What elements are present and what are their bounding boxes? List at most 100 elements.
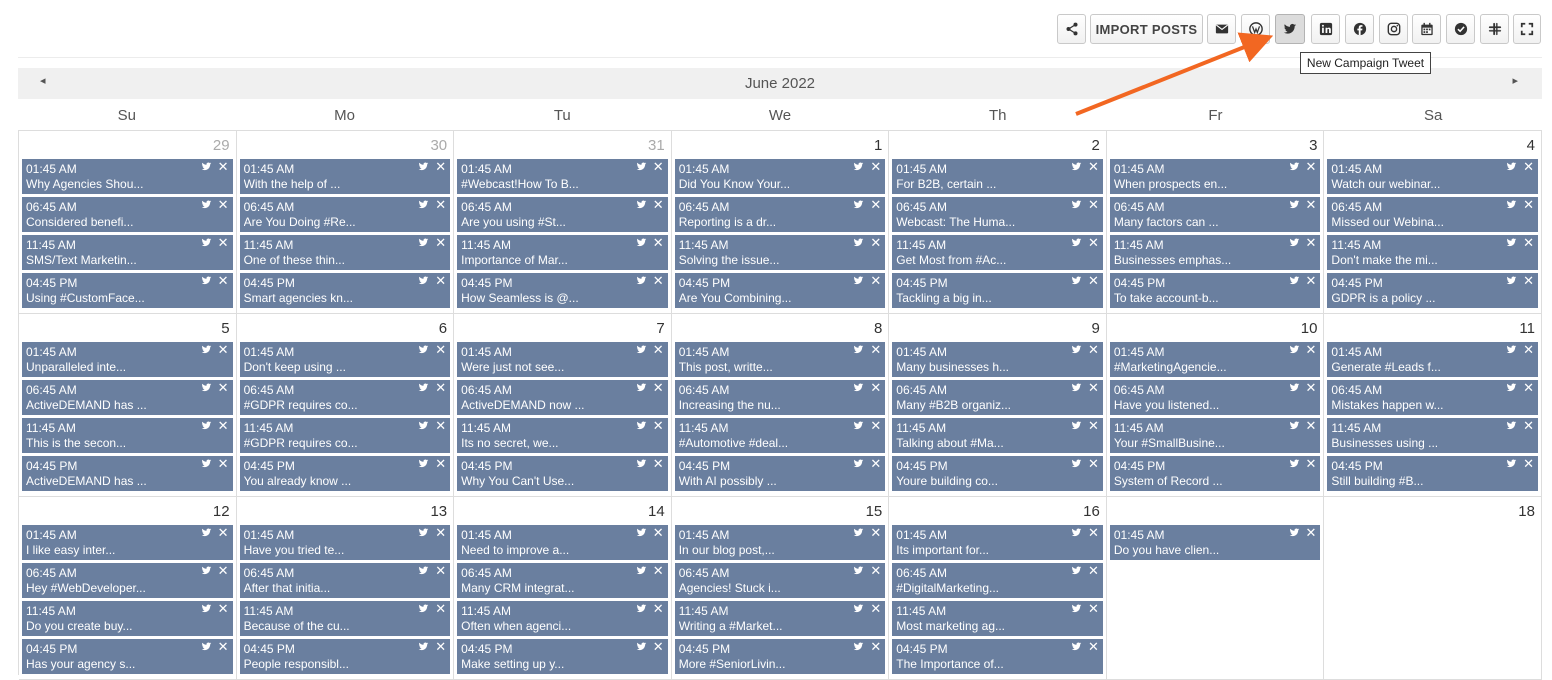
delete-post-icon[interactable]: ✕ <box>1306 160 1317 173</box>
delete-post-icon[interactable]: ✕ <box>1306 419 1317 432</box>
delete-post-icon[interactable]: ✕ <box>870 602 881 615</box>
scheduled-post[interactable]: 01:45 AM Watch our webinar... ✕ <box>1327 159 1538 194</box>
scheduled-post[interactable]: 04:45 PM System of Record ... ✕ <box>1109 456 1321 491</box>
scheduled-post[interactable]: 11:45 AM SMS/Text Marketin... ✕ <box>22 235 233 270</box>
slack-button[interactable] <box>1480 14 1509 44</box>
wordpress-button[interactable] <box>1241 14 1270 44</box>
scheduled-post[interactable]: 11:45 AM This is the secon... ✕ <box>22 418 233 453</box>
scheduled-post[interactable]: 01:45 AM When prospects en... ✕ <box>1109 159 1321 194</box>
scheduled-post[interactable]: 11:45 AM Solving the issue... ✕ <box>674 235 886 270</box>
delete-post-icon[interactable]: ✕ <box>870 457 881 470</box>
delete-post-icon[interactable]: ✕ <box>435 419 446 432</box>
scheduled-post[interactable]: 06:45 AM Reporting is a dr... ✕ <box>674 197 886 232</box>
scheduled-post[interactable]: 01:45 AM For B2B, certain ... ✕ <box>892 159 1103 194</box>
delete-post-icon[interactable]: ✕ <box>1523 236 1534 249</box>
delete-post-icon[interactable]: ✕ <box>1088 198 1099 211</box>
delete-post-icon[interactable]: ✕ <box>435 160 446 173</box>
delete-post-icon[interactable]: ✕ <box>1088 343 1099 356</box>
scheduled-post[interactable]: 01:45 AM Have you tried te... ✕ <box>239 525 451 560</box>
delete-post-icon[interactable]: ✕ <box>1523 198 1534 211</box>
email-button[interactable] <box>1207 14 1236 44</box>
fullscreen-button[interactable] <box>1513 14 1541 44</box>
delete-post-icon[interactable]: ✕ <box>870 381 881 394</box>
day-cell[interactable]: 7 01:45 AM Were just not see... ✕ 06:45 AM Ac… <box>454 314 672 497</box>
scheduled-post[interactable]: 04:45 PM Why You Can't Use... ✕ <box>457 456 668 491</box>
delete-post-icon[interactable]: ✕ <box>218 236 229 249</box>
delete-post-icon[interactable]: ✕ <box>1088 602 1099 615</box>
delete-post-icon[interactable]: ✕ <box>1523 343 1534 356</box>
scheduled-post[interactable]: 11:45 AM Because of the cu... ✕ <box>239 601 451 636</box>
scheduled-post[interactable]: 06:45 AM Hey #WebDeveloper... ✕ <box>22 563 233 598</box>
linkedin-button[interactable] <box>1311 14 1340 44</box>
share-button[interactable] <box>1057 14 1086 44</box>
scheduled-post[interactable]: 06:45 AM Increasing the nu... ✕ <box>674 380 886 415</box>
delete-post-icon[interactable]: ✕ <box>653 198 664 211</box>
delete-post-icon[interactable]: ✕ <box>435 236 446 249</box>
delete-post-icon[interactable]: ✕ <box>218 640 229 653</box>
delete-post-icon[interactable]: ✕ <box>1088 381 1099 394</box>
day-cell[interactable]: 1 01:45 AM Did You Know Your... ✕ 06:45 AM Re… <box>671 131 890 314</box>
delete-post-icon[interactable]: ✕ <box>435 381 446 394</box>
delete-post-icon[interactable]: ✕ <box>1306 381 1317 394</box>
scheduled-post[interactable]: 01:45 AM #Webcast!How To B... ✕ <box>457 159 668 194</box>
scheduled-post[interactable]: 04:45 PM Smart agencies kn... ✕ <box>239 273 451 308</box>
scheduled-post[interactable]: 04:45 PM How Seamless is @... ✕ <box>457 273 668 308</box>
delete-post-icon[interactable]: ✕ <box>1523 457 1534 470</box>
delete-post-icon[interactable]: ✕ <box>1306 198 1317 211</box>
scheduled-post[interactable]: 01:45 AM With the help of ... ✕ <box>239 159 451 194</box>
scheduled-post[interactable]: 01:45 AM Need to improve a... ✕ <box>457 525 668 560</box>
scheduled-post[interactable]: 11:45 AM Talking about #Ma... ✕ <box>892 418 1103 453</box>
scheduled-post[interactable]: 01:45 AM Were just not see... ✕ <box>457 342 668 377</box>
scheduled-post[interactable]: 06:45 AM Many CRM integrat... ✕ <box>457 563 668 598</box>
delete-post-icon[interactable]: ✕ <box>653 457 664 470</box>
delete-post-icon[interactable]: ✕ <box>653 236 664 249</box>
scheduled-post[interactable]: 04:45 PM To take account-b... ✕ <box>1109 273 1321 308</box>
scheduled-post[interactable]: 11:45 AM Businesses emphas... ✕ <box>1109 235 1321 270</box>
day-cell[interactable]: 6 01:45 AM Don't keep using ... ✕ 06:45 AM #G… <box>236 314 455 497</box>
prev-month-button[interactable]: ◂ <box>40 74 46 87</box>
delete-post-icon[interactable]: ✕ <box>218 160 229 173</box>
day-cell[interactable]: 10 01:45 AM #MarketingAgencie... ✕ 06:45 AM H… <box>1106 314 1325 497</box>
scheduled-post[interactable]: 06:45 AM Missed our Webina... ✕ <box>1327 197 1538 232</box>
scheduled-post[interactable]: 06:45 AM Many #B2B organiz... ✕ <box>892 380 1103 415</box>
delete-post-icon[interactable]: ✕ <box>653 274 664 287</box>
delete-post-icon[interactable]: ✕ <box>1523 381 1534 394</box>
scheduled-post[interactable]: 01:45 AM I like easy inter... ✕ <box>22 525 233 560</box>
delete-post-icon[interactable]: ✕ <box>435 457 446 470</box>
day-cell[interactable]: 2 01:45 AM For B2B, certain ... ✕ 06:45 AM We… <box>889 131 1107 314</box>
delete-post-icon[interactable]: ✕ <box>870 274 881 287</box>
delete-post-icon[interactable]: ✕ <box>218 526 229 539</box>
scheduled-post[interactable]: 01:45 AM Don't keep using ... ✕ <box>239 342 451 377</box>
delete-post-icon[interactable]: ✕ <box>870 640 881 653</box>
delete-post-icon[interactable]: ✕ <box>1088 274 1099 287</box>
day-cell[interactable]: 13 01:45 AM Have you tried te... ✕ 06:45 AM A… <box>236 497 455 680</box>
scheduled-post[interactable]: 11:45 AM Don't make the mi... ✕ <box>1327 235 1538 270</box>
scheduled-post[interactable]: 06:45 AM Many factors can ... ✕ <box>1109 197 1321 232</box>
scheduled-post[interactable]: 01:45 AM Generate #Leads f... ✕ <box>1327 342 1538 377</box>
scheduled-post[interactable]: 04:45 PM People responsibl... ✕ <box>239 639 451 674</box>
day-cell[interactable]: 12 01:45 AM I like easy inter... ✕ 06:45 AM H… <box>19 497 237 680</box>
day-cell[interactable]: 4 01:45 AM Watch our webinar... ✕ 06:45 AM Mi… <box>1324 131 1542 314</box>
delete-post-icon[interactable]: ✕ <box>1088 160 1099 173</box>
delete-post-icon[interactable]: ✕ <box>218 419 229 432</box>
scheduled-post[interactable]: 04:45 PM Still building #B... ✕ <box>1327 456 1538 491</box>
scheduled-post[interactable]: 06:45 AM Agencies! Stuck i... ✕ <box>674 563 886 598</box>
delete-post-icon[interactable]: ✕ <box>1306 343 1317 356</box>
delete-post-icon[interactable]: ✕ <box>218 381 229 394</box>
delete-post-icon[interactable]: ✕ <box>1088 457 1099 470</box>
delete-post-icon[interactable]: ✕ <box>435 274 446 287</box>
calendar-button[interactable] <box>1412 14 1441 44</box>
scheduled-post[interactable]: 01:45 AM Unparalleled inte... ✕ <box>22 342 233 377</box>
delete-post-icon[interactable]: ✕ <box>1088 236 1099 249</box>
day-cell[interactable]: 01:45 AM Do you have clien... ✕ <box>1106 497 1325 680</box>
delete-post-icon[interactable]: ✕ <box>1306 274 1317 287</box>
delete-post-icon[interactable]: ✕ <box>218 564 229 577</box>
delete-post-icon[interactable]: ✕ <box>870 419 881 432</box>
scheduled-post[interactable]: 01:45 AM Its important for... ✕ <box>892 525 1103 560</box>
delete-post-icon[interactable]: ✕ <box>435 602 446 615</box>
delete-post-icon[interactable]: ✕ <box>653 160 664 173</box>
delete-post-icon[interactable]: ✕ <box>218 343 229 356</box>
delete-post-icon[interactable]: ✕ <box>653 419 664 432</box>
scheduled-post[interactable]: 06:45 AM ActiveDEMAND now ... ✕ <box>457 380 668 415</box>
check-circle-button[interactable] <box>1446 14 1475 44</box>
